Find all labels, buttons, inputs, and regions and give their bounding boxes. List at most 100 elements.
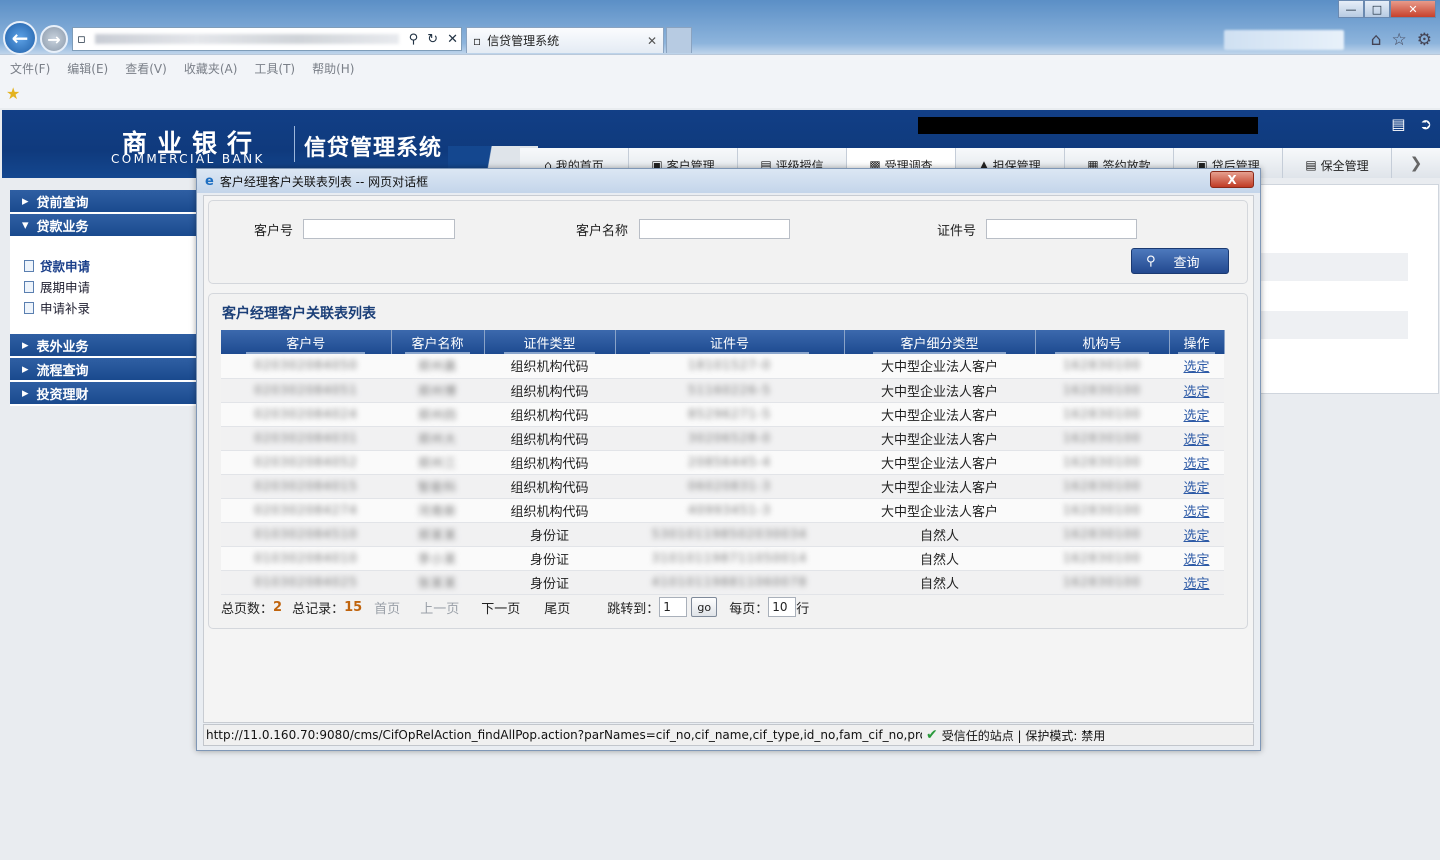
select-link[interactable]: 选定 — [1183, 409, 1209, 424]
cell-org-no: 162830100 — [1063, 550, 1141, 565]
tab-close-icon[interactable]: ✕ — [647, 34, 657, 48]
cell-id-no: 06020831-3 — [615, 474, 844, 499]
tab-preservation[interactable]: ▤ 保全管理 — [1283, 148, 1392, 178]
go-button[interactable]: go — [691, 597, 718, 617]
cell-customer-name: 郑州三 — [417, 455, 457, 470]
sidebar-group-off-balance[interactable]: ▸ 表外业务 — [10, 334, 196, 358]
cell-action: 选定 — [1169, 474, 1224, 499]
cell-id-no: 18101527-0 — [615, 354, 844, 379]
next-page-link[interactable]: 下一页 — [481, 598, 520, 617]
monitor-icon[interactable]: ▤ — [1391, 115, 1405, 133]
maximize-button[interactable]: □ — [1364, 0, 1390, 18]
select-link[interactable]: 选定 — [1183, 360, 1209, 375]
cell-action: 选定 — [1169, 354, 1224, 379]
minimize-button[interactable]: — — [1338, 0, 1364, 18]
forward-button[interactable]: → — [40, 25, 68, 53]
cell-id-type: 组织机构代码 — [510, 456, 589, 472]
sidebar-item-extension[interactable]: 展期申请 — [24, 276, 196, 297]
query-button[interactable]: ⚲ 查询 — [1131, 248, 1229, 274]
dialog-close-button[interactable]: X — [1210, 171, 1254, 188]
menu-view[interactable]: 查看(V) — [125, 60, 167, 77]
preservation-icon: ▤ — [1305, 158, 1317, 172]
logout-icon[interactable]: ➲ — [1419, 115, 1432, 133]
address-bar[interactable]: ▫ ⚲ ↻ ✕ — [72, 27, 462, 51]
sidebar-group-pre-loan[interactable]: ▸ 贷前查询 — [10, 190, 196, 214]
cell-org-no: 162830100 — [1035, 450, 1169, 475]
select-link[interactable]: 选定 — [1183, 481, 1209, 496]
new-tab-button[interactable] — [666, 27, 692, 53]
menu-edit[interactable]: 编辑(E) — [67, 60, 108, 77]
back-button[interactable]: ← — [3, 21, 37, 55]
select-link[interactable]: 选定 — [1183, 577, 1209, 592]
nav-scroll-right-icon[interactable]: ❯ — [1392, 148, 1440, 178]
jump-label: 跳转到： — [607, 601, 660, 617]
sidebar-submenu: 贷款申请 展期申请 申请补录 — [10, 238, 196, 334]
cell-segment: 大中型企业法人客户 — [880, 384, 998, 400]
search-icon[interactable]: ⚲ — [409, 32, 419, 47]
cell-customer-no: 020302084051 — [254, 382, 358, 397]
cell-segment: 大中型企业法人客户 — [880, 480, 998, 496]
sidebar: ▸ 贷前查询 ▾ 贷款业务 贷款申请 展期申请 申请补录 ▸ 表外业务 ▸ 流程查询 ▸… — [10, 190, 196, 422]
sidebar-item-supplement[interactable]: 申请补录 — [24, 297, 196, 318]
cell-customer-no: 010302084025 — [254, 574, 358, 589]
jump-page-input[interactable]: 1 — [659, 597, 688, 617]
col-header: 证件类型 — [484, 330, 616, 354]
search-icon: ⚲ — [1146, 253, 1156, 269]
select-link[interactable]: 选定 — [1183, 529, 1209, 544]
id-no-input[interactable] — [986, 219, 1137, 239]
cell-org-no: 162830100 — [1063, 406, 1141, 421]
table-row: 020302084015 智能科 组织机构代码 06020831-3 大中型企业法人客户… — [221, 474, 1224, 499]
select-link[interactable]: 选定 — [1183, 505, 1209, 520]
cell-id-no: 310101198711050014 — [651, 550, 808, 565]
sidebar-item-loan-apply[interactable]: 贷款申请 — [24, 255, 196, 276]
cell-id-type: 身份证 — [484, 570, 615, 595]
per-page-input[interactable]: 10 — [768, 597, 797, 617]
browser-search-box[interactable] — [1224, 30, 1344, 50]
cell-customer-no: 020302084015 — [221, 474, 391, 499]
prev-page-link: 上一页 — [420, 601, 460, 617]
window-close-button[interactable]: ✕ — [1390, 0, 1436, 18]
dialog-body: 客户号 客户名称 证件号 ⚲ 查询 客户经理客户关联表列表 客户号 客户名称 证… — [203, 195, 1254, 723]
cell-customer-name: 张某某 — [417, 575, 457, 590]
sidebar-group-investment[interactable]: ▸ 投资理财 — [10, 382, 196, 406]
sidebar-group-loan-business[interactable]: ▾ 贷款业务 — [10, 214, 196, 238]
home-icon[interactable]: ⌂ — [1371, 30, 1382, 50]
refresh-icon[interactable]: ↻ — [427, 32, 438, 47]
cell-id-type: 组织机构代码 — [510, 408, 589, 424]
browser-chrome — [0, 0, 1440, 108]
select-link[interactable]: 选定 — [1183, 433, 1209, 448]
cell-customer-no: 020302084024 — [221, 402, 391, 427]
menu-file[interactable]: 文件(F) — [10, 60, 50, 77]
select-link[interactable]: 选定 — [1183, 457, 1209, 472]
menu-help[interactable]: 帮助(H) — [312, 60, 354, 77]
cell-id-type: 组织机构代码 — [484, 450, 615, 475]
table-row: 020302084052 郑州三 组织机构代码 20856445-4 大中型企业法人客户… — [221, 450, 1224, 475]
menu-tools[interactable]: 工具(T) — [254, 60, 295, 77]
menu-favorites[interactable]: 收藏夹(A) — [184, 60, 238, 77]
tab-label: 保全管理 — [1320, 158, 1369, 173]
select-link[interactable]: 选定 — [1183, 385, 1209, 400]
favorites-bar-star-icon[interactable]: ★ — [6, 84, 20, 103]
cell-customer-no: 020302084274 — [254, 502, 358, 517]
cell-org-no: 162830100 — [1063, 430, 1141, 445]
cell-id-type: 组织机构代码 — [484, 498, 615, 523]
cell-org-no: 162830100 — [1063, 478, 1141, 493]
cell-customer-name: 郑某某 — [391, 522, 484, 547]
table-row: 020302084274 河南新 组织机构代码 40993451-3 大中型企业法人客户… — [221, 498, 1224, 523]
browser-tab[interactable]: ▫ 信贷管理系统 ✕ — [466, 27, 664, 53]
customer-no-input[interactable] — [303, 219, 455, 239]
last-page-link[interactable]: 尾页 — [544, 598, 570, 617]
stop-icon[interactable]: ✕ — [447, 32, 458, 47]
customer-name-input[interactable] — [639, 219, 790, 239]
sidebar-group-label: 贷款业务 — [36, 219, 89, 235]
status-zone: 受信任的站点 | 保护模式: 禁用 — [941, 728, 1106, 743]
cell-customer-no: 010302084025 — [221, 570, 391, 595]
list-title: 客户经理客户关联表列表 — [222, 306, 376, 322]
sidebar-group-process-query[interactable]: ▸ 流程查询 — [10, 358, 196, 382]
cell-customer-no: 010302084510 — [254, 526, 358, 541]
cell-id-type: 组织机构代码 — [484, 474, 615, 499]
favorites-star-icon[interactable]: ☆ — [1392, 30, 1407, 50]
tools-gear-icon[interactable]: ⚙ — [1417, 30, 1432, 50]
select-link[interactable]: 选定 — [1183, 553, 1209, 568]
cell-id-type: 组织机构代码 — [510, 360, 589, 376]
